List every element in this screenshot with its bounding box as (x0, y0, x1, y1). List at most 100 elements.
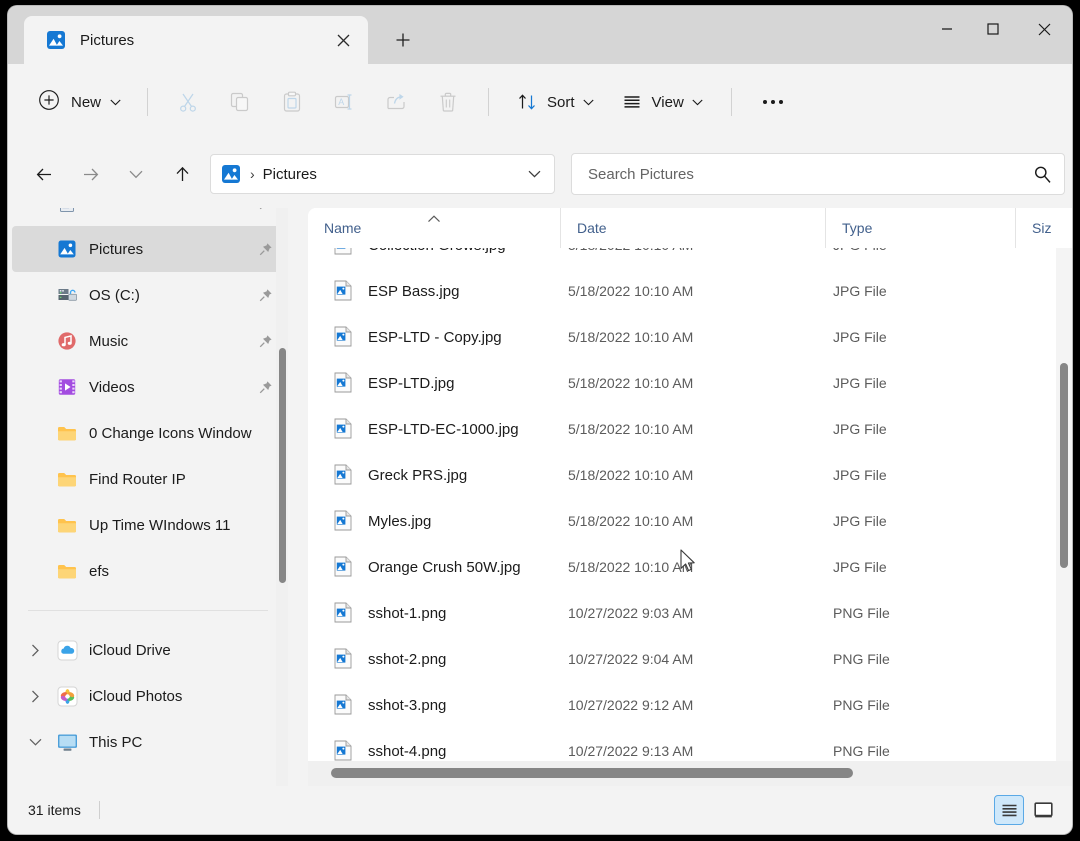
command-bar: New A Sort View (8, 64, 1072, 140)
window-close-button[interactable] (1016, 6, 1072, 52)
jpg-file-icon (334, 510, 354, 532)
sort-button[interactable]: Sort (506, 83, 605, 121)
search-box[interactable] (571, 153, 1065, 195)
pin-icon[interactable] (252, 242, 278, 257)
sidebar-scrollbar[interactable] (276, 208, 288, 786)
table-row[interactable]: Greck PRS.jpg 5/18/2022 10:10 AM JPG Fil… (312, 452, 1066, 498)
file-type: JPG File (833, 421, 887, 437)
search-input[interactable] (586, 164, 1033, 184)
file-list-vertical-scrollbar[interactable] (1056, 248, 1072, 761)
table-row[interactable]: ESP Bass.jpg 5/18/2022 10:10 AM JPG File (312, 268, 1066, 314)
file-name: Greck PRS.jpg (368, 466, 468, 484)
file-list-horizontal-scrollbar[interactable] (308, 761, 1072, 786)
sidebar-item-videos[interactable]: Videos (12, 364, 286, 410)
recent-locations-button[interactable] (118, 156, 154, 192)
new-button-label: New (71, 93, 102, 111)
file-date-cell: 10/27/2022 9:13 AM (568, 743, 833, 759)
cut-icon[interactable] (167, 82, 209, 122)
table-row[interactable]: ESP-LTD - Copy.jpg 5/18/2022 10:10 AM JP… (312, 314, 1066, 360)
title-bar: Pictures (8, 6, 1072, 64)
sidebar-item-icloud-drive[interactable]: iCloud Drive (12, 627, 286, 673)
column-header-label: Date (577, 220, 607, 236)
sidebar-item-0-change-icons-window[interactable]: 0 Change Icons Window (12, 410, 286, 456)
file-name: ESP-LTD-EC-1000.jpg (368, 420, 519, 438)
table-row[interactable]: ESP-LTD-EC-1000.jpg 5/18/2022 10:10 AM J… (312, 406, 1066, 452)
sidebar-item-label: This PC (89, 733, 143, 751)
sidebar-item-find-router-ip[interactable]: Find Router IP (12, 456, 286, 502)
file-name-cell: sshot-4.png (312, 740, 568, 761)
table-row[interactable]: Myles.jpg 5/18/2022 10:10 AM JPG File (312, 498, 1066, 544)
table-row[interactable]: ESP-LTD.jpg 5/18/2022 10:10 AM JPG File (312, 360, 1066, 406)
table-row[interactable]: sshot-4.png 10/27/2022 9:13 AM PNG File (312, 728, 1066, 761)
sort-button-label: Sort (547, 93, 575, 111)
forward-button[interactable] (72, 156, 108, 192)
file-list-vertical-scrollbar-thumb[interactable] (1060, 363, 1068, 568)
sidebar-item-icloud-photos[interactable]: iCloud Photos (12, 673, 286, 719)
table-row[interactable]: sshot-3.png 10/27/2022 9:12 AM PNG File (312, 682, 1066, 728)
column-header-type[interactable]: Type (825, 208, 1015, 248)
table-row[interactable]: sshot-2.png 10/27/2022 9:04 AM PNG File (312, 636, 1066, 682)
pin-icon[interactable] (252, 380, 278, 395)
chevron-right-icon[interactable] (22, 627, 48, 673)
close-icon[interactable] (328, 25, 358, 55)
large-icons-view-toggle[interactable] (1028, 795, 1058, 825)
file-list-horizontal-scrollbar-thumb[interactable] (331, 768, 853, 778)
copy-icon[interactable] (219, 82, 261, 122)
chevron-down-icon[interactable] (22, 719, 48, 765)
new-tab-button[interactable] (386, 23, 420, 57)
pin-icon[interactable] (252, 208, 278, 211)
table-row[interactable]: Collection Grows.jpg 5/18/2022 10:10 AM … (312, 248, 1066, 268)
breadcrumb-chevron-down-icon[interactable] (520, 160, 548, 188)
rename-icon[interactable]: A (323, 82, 365, 122)
sidebar-item-efs[interactable]: efs (12, 548, 286, 594)
column-header-date[interactable]: Date (560, 208, 825, 248)
sidebar-item-pictures[interactable]: Pictures (12, 226, 286, 272)
details-view-toggle[interactable] (994, 795, 1024, 825)
back-button[interactable] (26, 156, 62, 192)
pin-icon[interactable] (252, 334, 278, 349)
view-button-label: View (651, 93, 684, 111)
sidebar-item-label: Pictures (89, 240, 144, 258)
sidebar-item-os-c[interactable]: OS (C:) (12, 272, 286, 318)
tab-pictures[interactable]: Pictures (24, 16, 368, 64)
view-button[interactable]: View (611, 83, 714, 121)
minimize-button[interactable] (924, 6, 970, 52)
share-icon[interactable] (375, 82, 417, 122)
file-date: 5/18/2022 10:10 AM (568, 283, 694, 299)
toolbar-divider-2 (488, 88, 490, 116)
sidebar-item-documents[interactable]: Documents (12, 208, 286, 226)
column-header-size[interactable]: Siz (1015, 208, 1072, 248)
search-icon[interactable] (1033, 165, 1052, 184)
see-more-button[interactable] (752, 83, 794, 121)
file-type: JPG File (833, 283, 887, 299)
file-type-cell: JPG File (833, 283, 1023, 299)
breadcrumb[interactable]: › Pictures (210, 154, 555, 194)
column-header-name[interactable]: Name (308, 208, 560, 248)
paste-icon[interactable] (271, 82, 313, 122)
pin-icon[interactable] (252, 288, 278, 303)
chevron-down-icon (582, 93, 594, 111)
sidebar-scrollbar-thumb[interactable] (279, 348, 286, 583)
chevron-right-icon[interactable] (22, 673, 48, 719)
file-date: 10/27/2022 9:12 AM (568, 697, 694, 713)
file-date-cell: 5/18/2022 10:10 AM (568, 375, 833, 391)
column-header-label: Name (324, 220, 362, 236)
sidebar-item-music[interactable]: Music (12, 318, 286, 364)
up-button[interactable] (164, 156, 200, 192)
file-name-cell: ESP-LTD - Copy.jpg (312, 326, 568, 348)
sidebar-item-label: Find Router IP (89, 470, 186, 488)
new-button[interactable]: New (30, 83, 133, 121)
file-date: 5/18/2022 10:10 AM (568, 375, 694, 391)
icloud-drive-icon (56, 639, 78, 661)
table-row[interactable]: sshot-1.png 10/27/2022 9:03 AM PNG File (312, 590, 1066, 636)
maximize-button[interactable] (970, 6, 1016, 52)
file-date-cell: 5/18/2022 10:10 AM (568, 467, 833, 483)
sidebar-item-this-pc[interactable]: This PC (12, 719, 286, 765)
file-type-cell: JPG File (833, 375, 1023, 391)
jpg-file-icon (334, 418, 354, 440)
view-list-icon (622, 92, 642, 112)
sidebar-item-up-time-windows-11[interactable]: Up Time WIndows 11 (12, 502, 286, 548)
table-row[interactable]: Orange Crush 50W.jpg 5/18/2022 10:10 AM … (312, 544, 1066, 590)
delete-icon[interactable] (427, 82, 469, 122)
file-type-cell: JPG File (833, 467, 1023, 483)
